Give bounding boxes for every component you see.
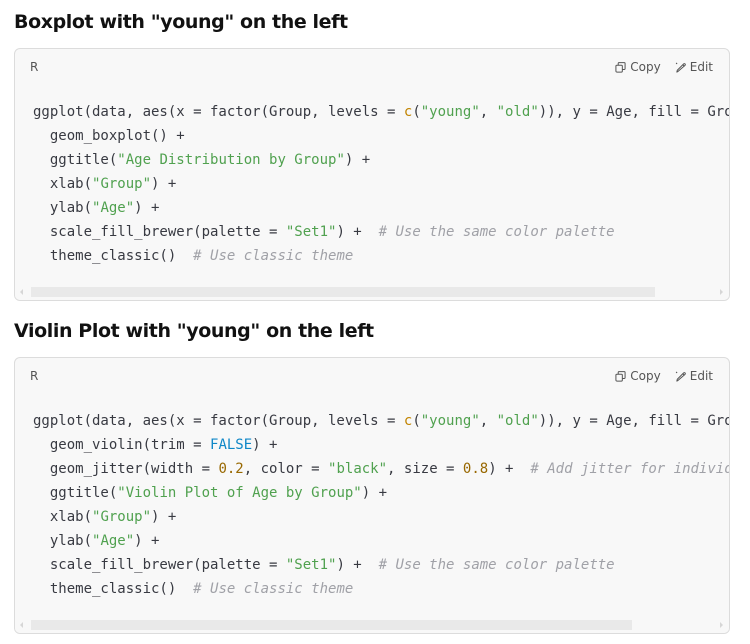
code-line: geom_violin(trim = FALSE) + [33, 433, 729, 457]
code-text: geom_jitter(width = [33, 461, 219, 477]
code-text: ) + [151, 176, 177, 192]
code-line: theme_classic() # Use classic theme [33, 577, 729, 601]
scroll-left-arrow-icon[interactable] [20, 622, 23, 628]
copy-button[interactable]: Copy [615, 369, 661, 383]
code-line: xlab("Group") + [33, 172, 729, 196]
code-string: "old" [496, 413, 539, 429]
code-line: ggtitle("Violin Plot of Age by Group") + [33, 481, 729, 505]
code-number: 0.2 [218, 461, 244, 477]
code-comment: # Use the same color palette [378, 224, 615, 240]
code-text: ggplot(data, aes(x = factor(Group, level… [33, 104, 404, 120]
code-line: scale_fill_brewer(palette = "Set1") + # … [33, 553, 729, 577]
code-string: "young" [420, 413, 480, 429]
scroll-right-arrow-icon[interactable] [720, 289, 723, 295]
code-comment: # Use classic theme [193, 581, 354, 597]
edit-button-label: Edit [689, 369, 713, 383]
code-block-boxplot: R Copy Edit ggplot(data, aes(x = factor(… [14, 48, 730, 301]
code-text: ) + [488, 461, 531, 477]
section-heading-violin: Violin Plot with "young" on the left [14, 320, 374, 342]
code-text: , color = [243, 461, 329, 477]
code-language-label: R [30, 369, 39, 383]
code-line: geom_jitter(width = 0.2, color = "black"… [33, 457, 729, 481]
code-content: ggplot(data, aes(x = factor(Group, level… [33, 409, 729, 601]
code-block-header: R Copy Edit [15, 358, 729, 394]
edit-button-label: Edit [689, 60, 713, 74]
code-block-violin: R Copy Edit ggplot(data, aes(x = factor(… [14, 357, 730, 634]
code-text: , size = [387, 461, 463, 477]
scrollbar-thumb[interactable] [31, 287, 655, 297]
code-string: "Age" [92, 200, 135, 216]
horizontal-scrollbar[interactable] [15, 284, 729, 300]
code-comment: # Use classic theme [193, 248, 354, 264]
code-text: scale_fill_brewer(palette = [33, 224, 286, 240]
code-line: ggplot(data, aes(x = factor(Group, level… [33, 100, 729, 124]
code-text: ylab( [33, 200, 93, 216]
scroll-left-arrow-icon[interactable] [20, 289, 23, 295]
edit-icon [675, 62, 686, 73]
code-string: "Age" [92, 533, 135, 549]
scroll-right-arrow-icon[interactable] [720, 622, 723, 628]
code-text: ) + [134, 533, 160, 549]
code-line: ylab("Age") + [33, 529, 729, 553]
code-text: ) + [336, 557, 379, 573]
copy-button-label: Copy [630, 369, 661, 383]
horizontal-scrollbar[interactable] [15, 617, 729, 633]
code-text: )), y = Age, fill = Group)) + [538, 413, 729, 429]
code-text: xlab( [33, 509, 93, 525]
code-text: ) + [134, 200, 160, 216]
code-line: xlab("Group") + [33, 505, 729, 529]
code-line: ylab("Age") + [33, 196, 729, 220]
code-number: 0.8 [462, 461, 489, 477]
code-string: "Violin Plot of Age by Group" [117, 485, 362, 501]
code-text: scale_fill_brewer(palette = [33, 557, 286, 573]
scrollbar-thumb[interactable] [31, 620, 632, 630]
code-text: geom_violin(trim = [33, 437, 211, 453]
code-line: geom_boxplot() + [33, 124, 729, 148]
code-line: ggplot(data, aes(x = factor(Group, level… [33, 409, 729, 433]
code-language-label: R [30, 60, 39, 74]
code-text: ggtitle( [33, 152, 118, 168]
code-string: "young" [420, 104, 480, 120]
code-text: ) + [252, 437, 278, 453]
edit-icon [675, 371, 686, 382]
code-text: ) + [336, 224, 379, 240]
code-text: theme_classic() [33, 581, 194, 597]
code-string: "Group" [92, 176, 152, 192]
code-text: ) + [361, 485, 388, 501]
code-block-header: R Copy Edit [15, 49, 729, 85]
code-text: )), y = Age, fill = Group)) + [538, 104, 729, 120]
code-keyword: FALSE [210, 437, 253, 453]
copy-button[interactable]: Copy [615, 60, 661, 74]
code-text: ggtitle( [33, 485, 118, 501]
code-line: ggtitle("Age Distribution by Group") + [33, 148, 729, 172]
code-text: ggplot(data, aes(x = factor(Group, level… [33, 413, 404, 429]
code-text: , [479, 413, 497, 429]
code-string: "Set1" [285, 557, 337, 573]
code-text: geom_boxplot() + [33, 128, 185, 144]
code-text: ( [412, 104, 421, 120]
code-text: , [479, 104, 497, 120]
code-comment: # Use the same color palette [378, 557, 615, 573]
code-text: theme_classic() [33, 248, 194, 264]
code-string: "Group" [92, 509, 152, 525]
code-text: ) + [151, 509, 177, 525]
copy-icon [615, 370, 626, 382]
code-line: theme_classic() # Use classic theme [33, 244, 729, 268]
code-comment: # Add jitter for individ [530, 461, 730, 477]
code-text: ) + [344, 152, 371, 168]
code-string: "black" [328, 461, 388, 477]
code-line: scale_fill_brewer(palette = "Set1") + # … [33, 220, 729, 244]
copy-button-label: Copy [630, 60, 661, 74]
code-text: xlab( [33, 176, 93, 192]
copy-icon [615, 61, 626, 73]
edit-button[interactable]: Edit [675, 60, 713, 74]
section-heading-boxplot: Boxplot with "young" on the left [14, 11, 348, 33]
code-content: ggplot(data, aes(x = factor(Group, level… [33, 100, 729, 268]
code-string: "Set1" [285, 224, 337, 240]
code-text: ( [412, 413, 421, 429]
edit-button[interactable]: Edit [675, 369, 713, 383]
code-string: "old" [496, 104, 539, 120]
code-text: ylab( [33, 533, 93, 549]
code-string: "Age Distribution by Group" [117, 152, 345, 168]
